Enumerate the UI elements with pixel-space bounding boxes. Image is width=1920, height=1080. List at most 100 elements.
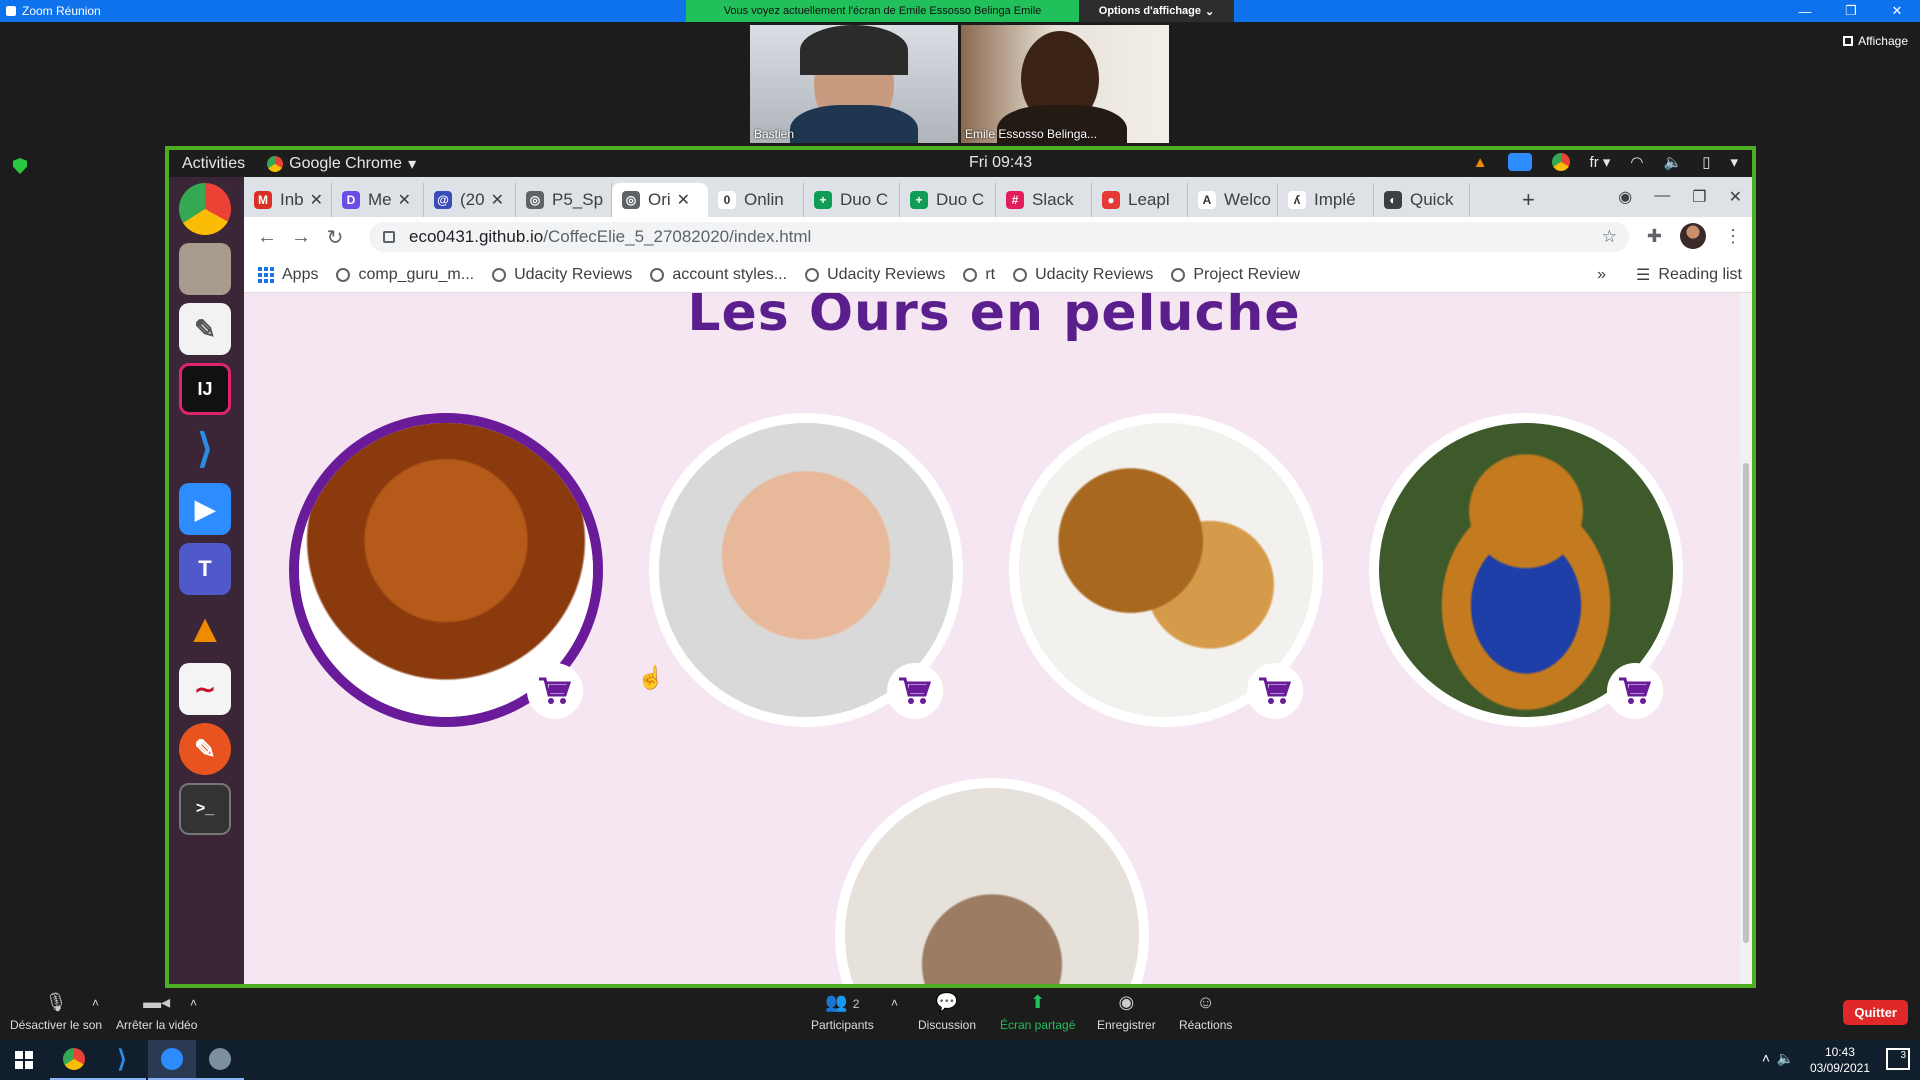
tab-2[interactable]: D Me ✕ (332, 183, 424, 217)
record-button[interactable]: ◉ Enregistrer (1097, 992, 1156, 1032)
reading-list-button[interactable]: ☰ Reading list (1636, 265, 1742, 285)
video-tile-emile[interactable]: Emile Essosso Belinga... (961, 25, 1169, 143)
scrollbar-thumb[interactable] (1743, 463, 1749, 943)
extensions-icon[interactable]: ✚ (1647, 226, 1662, 247)
wifi-icon[interactable]: ◠ (1630, 153, 1643, 171)
zoom-taskbar-icon[interactable] (148, 1040, 196, 1080)
text-editor-dock-icon[interactable]: ✎ (179, 303, 231, 355)
system-menu-icon[interactable]: ▾ (1730, 153, 1738, 171)
tab-4[interactable]: ◎P5_Sp✕ (516, 183, 612, 217)
encryption-shield-icon[interactable] (13, 158, 27, 174)
bookmark-item[interactable]: account styles... (650, 266, 787, 284)
vlc-dock-icon[interactable]: ▲ (179, 603, 231, 655)
tab-5[interactable]: ◎ Ori ✕ (612, 183, 708, 217)
restore-button[interactable]: ❐ (1828, 0, 1874, 22)
add-to-cart-button[interactable] (1607, 663, 1663, 719)
tab-8[interactable]: + Duo C (900, 183, 996, 217)
gnome-clock[interactable]: Fri 09:43 (969, 154, 1032, 172)
add-to-cart-button[interactable] (887, 663, 943, 719)
postman-dock-icon[interactable]: ✎ (179, 723, 231, 775)
tab-search-icon[interactable]: ◉ (1618, 187, 1632, 207)
activities-button[interactable]: Activities (182, 155, 245, 173)
chrome-tray-icon[interactable] (1551, 153, 1570, 171)
tab-12[interactable]: ʎ Implé (1278, 183, 1374, 217)
chrome-dock-icon[interactable] (179, 183, 231, 235)
tab-close-icon[interactable]: ✕ (677, 190, 690, 210)
add-to-cart-button[interactable] (527, 663, 583, 719)
address-bar[interactable]: eco0431.github.io/CoffecElie_5_27082020/… (369, 222, 1629, 252)
teams-dock-icon[interactable]: T (179, 543, 231, 595)
more-bookmarks-button[interactable]: » (1597, 266, 1606, 284)
profile-avatar[interactable] (1680, 223, 1706, 249)
battery-icon[interactable]: ▯ (1702, 153, 1710, 171)
video-options-chevron-icon[interactable]: ˄ (190, 996, 197, 1010)
tab-close-icon[interactable]: ✕ (310, 190, 323, 210)
taskbar-clock[interactable]: 10:43 03/09/2021 (1810, 1044, 1870, 1076)
view-options-label: Options d'affichage (1098, 5, 1201, 17)
bookmark-item[interactable]: comp_guru_m... (336, 266, 474, 284)
stop-video-button[interactable]: ▬◂ Arrêter la vidéo (116, 992, 197, 1032)
bookmark-item[interactable]: Udacity Reviews (805, 266, 945, 284)
vlc-icon[interactable]: ▲ (1473, 154, 1488, 171)
participants-options-chevron-icon[interactable]: ˄ (891, 996, 898, 1010)
pdf-viewer-dock-icon[interactable]: ∼ (179, 663, 231, 715)
language-indicator[interactable]: fr ▾ (1590, 153, 1611, 171)
maximize-button[interactable]: ❐ (1692, 187, 1706, 207)
minimize-button[interactable]: — (1782, 0, 1828, 22)
tab-3[interactable]: @ (20 ✕ (424, 183, 516, 217)
files-dock-icon[interactable] (179, 243, 231, 295)
back-button[interactable]: ← (250, 220, 284, 254)
app-taskbar-icon[interactable] (196, 1040, 244, 1080)
tab-close-icon[interactable]: ✕ (398, 190, 411, 210)
reload-button[interactable]: ↻ (318, 220, 352, 254)
chrome-taskbar-icon[interactable] (50, 1040, 98, 1080)
vscode-taskbar-icon[interactable]: ⟩ (98, 1040, 146, 1080)
bookmark-item[interactable]: rt (963, 266, 995, 284)
tab-7[interactable]: + Duo C (804, 183, 900, 217)
participants-button[interactable]: 👥 2 Participants (811, 992, 874, 1032)
chrome-menu-icon[interactable]: ⋮ (1724, 226, 1742, 247)
chat-button[interactable]: 💬 Discussion (918, 992, 976, 1032)
notifications-icon[interactable]: 3 (1886, 1048, 1910, 1070)
close-button[interactable]: ✕ (1874, 0, 1920, 22)
notifications-count: 3 (1900, 1050, 1906, 1061)
view-options-button[interactable]: Options d'affichage ⌄ (1079, 0, 1234, 22)
page-scrollbar[interactable] (1740, 293, 1752, 984)
tab-10[interactable]: ● Leapl (1092, 183, 1188, 217)
tab-13[interactable]: ◐ Quick (1374, 183, 1470, 217)
tab-9[interactable]: # Slack (996, 183, 1092, 217)
intellij-dock-icon[interactable]: IJ (179, 363, 231, 415)
bookmark-item[interactable]: Udacity Reviews (1013, 266, 1153, 284)
video-tile-bastien[interactable]: Bastien (750, 25, 958, 143)
tab-1[interactable]: M Inb ✕ (244, 183, 332, 217)
reactions-button[interactable]: ☺ Réactions (1179, 992, 1232, 1032)
tab-6[interactable]: 0 Onlin (708, 183, 804, 217)
windows-start-icon[interactable] (0, 1040, 48, 1080)
zoom-dock-icon[interactable]: ▶ (179, 483, 231, 535)
new-tab-button[interactable]: + (1522, 187, 1535, 213)
minimize-button[interactable]: — (1654, 187, 1670, 207)
tab-11[interactable]: A Welco (1188, 183, 1278, 217)
audio-options-chevron-icon[interactable]: ˄ (92, 996, 99, 1010)
app-menu[interactable]: Google Chrome ▾ (267, 154, 416, 174)
tab-close-icon[interactable]: ✕ (491, 190, 504, 210)
bookmark-item[interactable]: Udacity Reviews (492, 266, 632, 284)
forward-button[interactable]: → (284, 220, 318, 254)
close-button[interactable]: ✕ (1729, 187, 1742, 207)
volume-tray-icon[interactable]: 🔈 (1777, 1050, 1794, 1067)
bookmark-star-icon[interactable]: ☆ (1602, 227, 1617, 247)
view-button[interactable]: Affichage (1843, 34, 1908, 48)
volume-icon[interactable]: 🔈 (1664, 153, 1683, 171)
tray-chevron-icon[interactable]: ˄ (1762, 1050, 1770, 1066)
terminal-dock-icon[interactable]: >_ (179, 783, 231, 835)
bookmark-item[interactable]: Project Review (1171, 266, 1300, 284)
zoom-tray-icon[interactable] (1507, 153, 1532, 171)
grid-icon (1843, 36, 1854, 46)
mute-button[interactable]: 🎙 Désactiver le son (10, 992, 102, 1032)
vscode-dock-icon[interactable]: ⟩ (179, 423, 231, 475)
add-to-cart-button[interactable] (1247, 663, 1303, 719)
product-teddy-back[interactable] (835, 778, 1149, 984)
share-screen-button[interactable]: ⬆ Écran partagé (1000, 992, 1075, 1032)
bookmark-apps[interactable]: Apps (282, 266, 318, 284)
quit-meeting-button[interactable]: Quitter (1843, 1000, 1908, 1025)
